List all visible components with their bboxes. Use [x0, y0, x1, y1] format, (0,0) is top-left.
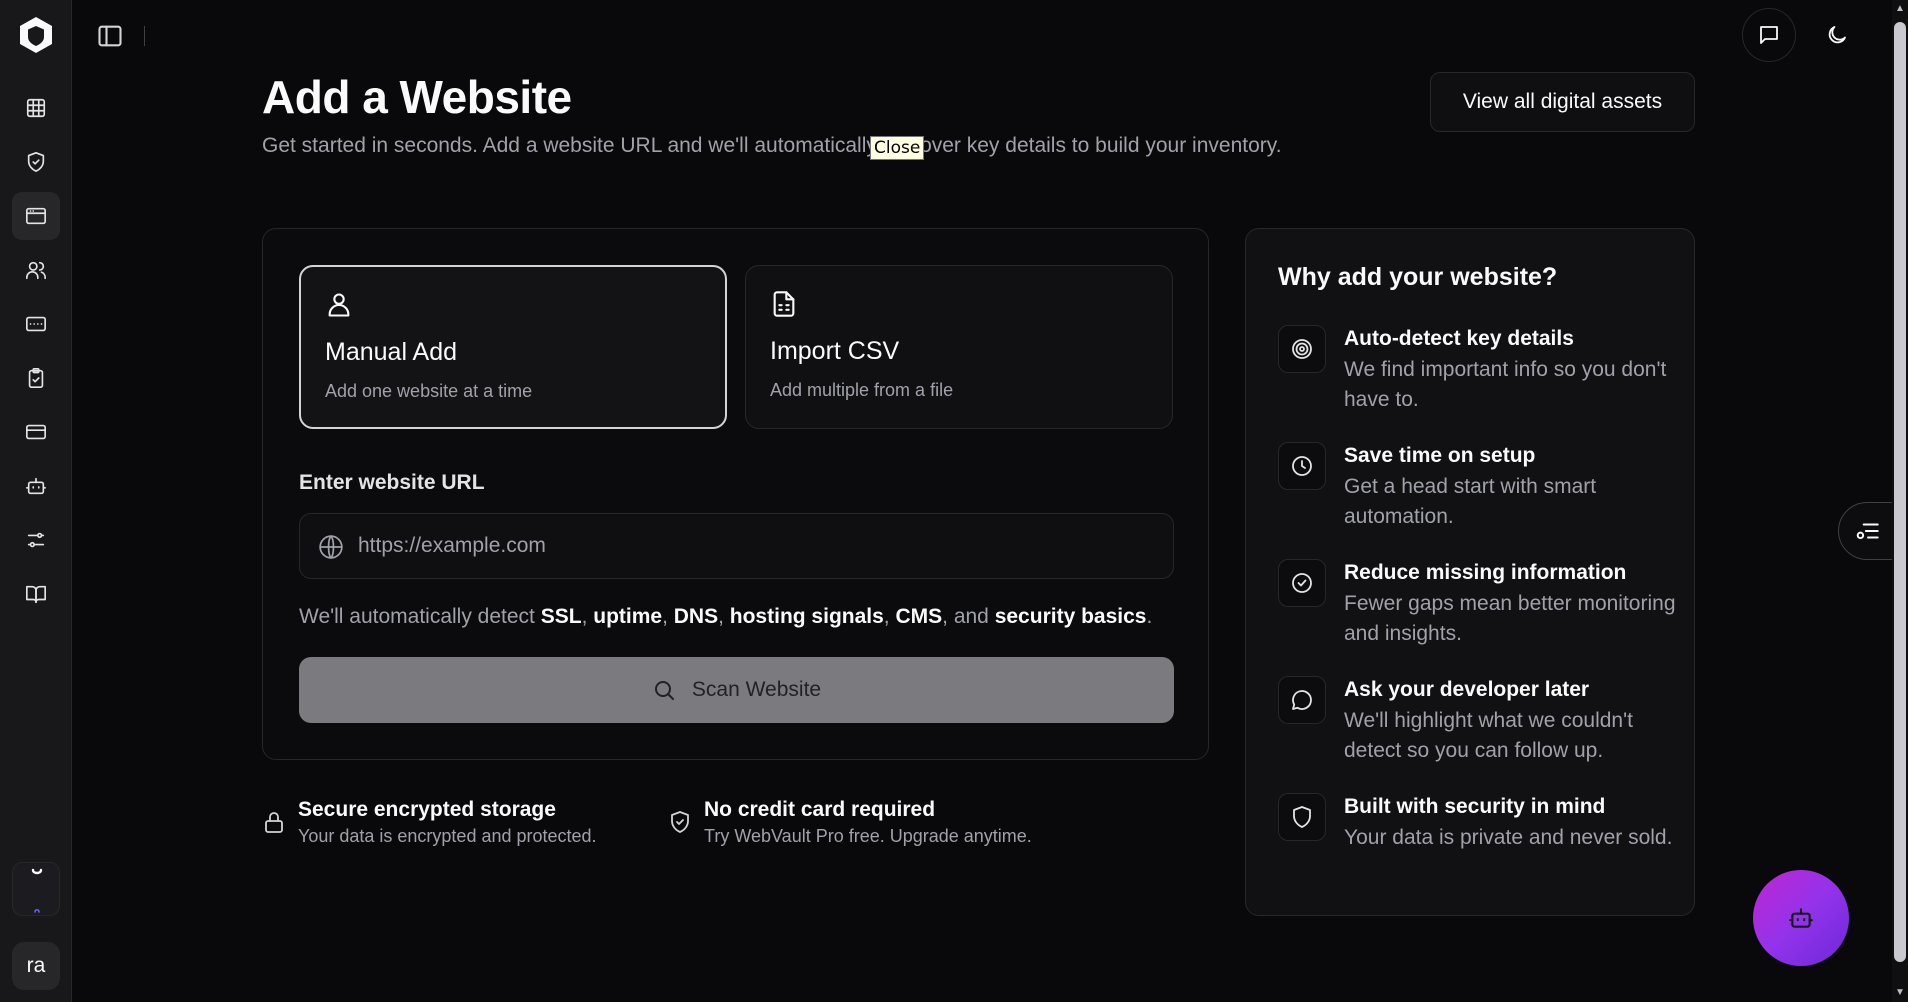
detect-item: DNS — [673, 605, 719, 628]
scroll-up-icon[interactable]: ▲ — [1895, 4, 1905, 14]
sidebar: ra — [0, 0, 72, 1002]
view-all-assets-button[interactable]: View all digital assets — [1430, 72, 1695, 132]
add-website-card: Manual Add Add one website at a time Imp… — [262, 228, 1209, 760]
sidebar-toggle-icon[interactable] — [96, 22, 124, 50]
benefit-title: Reduce missing information — [1344, 561, 1627, 584]
app-logo-icon[interactable] — [18, 16, 54, 54]
benefit-title: Save time on setup — [1344, 444, 1536, 467]
sidebar-item-billing[interactable] — [12, 408, 60, 456]
scrollbar-thumb[interactable] — [1894, 22, 1906, 962]
scroll-down-icon[interactable]: ▼ — [1895, 988, 1905, 998]
scan-button-label: Scan Website — [691, 678, 822, 701]
option-title: Manual Add — [325, 338, 458, 366]
side-panel-toggle[interactable] — [1838, 502, 1898, 560]
user-icon — [328, 293, 350, 317]
browser-window-icon — [26, 207, 46, 225]
benefit-description: Fewer gaps mean better monitoring and in… — [1344, 592, 1676, 645]
manual-add-option[interactable]: Manual Add Add one website at a time — [299, 265, 727, 429]
credit-card-icon — [26, 424, 46, 440]
trust-description: Your data is encrypted and protected. — [298, 826, 597, 846]
book-open-icon — [26, 585, 46, 604]
sliders-icon — [27, 532, 45, 548]
detect-item: CMS — [895, 605, 943, 628]
shield-icon — [1293, 806, 1311, 828]
clipboard-check-icon — [28, 368, 44, 388]
sidebar-item-dashboard[interactable] — [12, 84, 60, 132]
feedback-button[interactable] — [1742, 8, 1796, 62]
benefit-item: Built with security in mind Your data is… — [1278, 793, 1678, 853]
detect-item: uptime — [593, 605, 663, 628]
sidebar-item-compliance[interactable] — [12, 354, 60, 402]
file-spreadsheet-icon — [773, 291, 795, 317]
why-add-card: Why add your website? Auto-detect key de… — [1245, 228, 1695, 916]
sidebar-item-settings[interactable] — [12, 516, 60, 564]
users-icon — [26, 261, 46, 280]
search-icon — [654, 681, 674, 700]
scan-website-button[interactable]: Scan Website — [299, 657, 1174, 723]
sidebar-item-security[interactable] — [12, 138, 60, 186]
sidebar-status-card[interactable] — [12, 862, 60, 916]
detect-conjunction: and — [953, 605, 989, 628]
trust-item-no-card: No credit card required Try WebVault Pro… — [668, 798, 1032, 847]
benefit-description: Get a head start with smart automation. — [1344, 475, 1597, 528]
url-field-wrapper — [299, 513, 1174, 579]
website-url-input[interactable] — [358, 514, 1158, 578]
grid-icon — [26, 98, 46, 118]
user-avatar[interactable]: ra — [12, 942, 60, 990]
trust-title: No credit card required — [704, 798, 936, 821]
id-card-icon — [26, 316, 46, 332]
ai-assistant-button[interactable] — [1753, 870, 1849, 966]
bot-icon — [26, 477, 46, 495]
detect-item: security basics — [994, 605, 1147, 628]
benefit-item: Ask your developer later We'll highlight… — [1278, 676, 1678, 766]
close-tooltip: Close — [870, 136, 925, 160]
benefit-title: Built with security in mind — [1344, 795, 1606, 818]
sidebar-item-docs[interactable] — [12, 570, 60, 618]
option-title: Import CSV — [770, 337, 900, 365]
app-root: ra Add a Website Get started in seconds.… — [0, 0, 1908, 1002]
trust-item-encryption: Secure encrypted storage Your data is en… — [262, 798, 597, 847]
option-description: Add one website at a time — [325, 381, 533, 401]
benefit-item: Save time on setup Get a head start with… — [1278, 442, 1678, 532]
clock-icon — [1292, 456, 1312, 476]
page-title: Add a Website — [262, 71, 572, 123]
sidebar-item-team[interactable] — [12, 246, 60, 294]
shield-check-icon — [671, 811, 689, 833]
benefit-title: Ask your developer later — [1344, 678, 1590, 701]
theme-toggle-button[interactable] — [1810, 8, 1864, 62]
detect-item: SSL — [540, 605, 582, 628]
sidebar-item-credentials[interactable] — [12, 300, 60, 348]
benefit-item: Auto-detect key details We find importan… — [1278, 325, 1678, 415]
option-description: Add multiple from a file — [770, 380, 954, 400]
check-circle-icon — [1292, 573, 1312, 593]
detect-prefix: We'll automatically detect — [299, 605, 541, 628]
status-indicator-icon — [31, 868, 43, 913]
import-csv-option[interactable]: Import CSV Add multiple from a file — [745, 265, 1173, 429]
sidebar-item-assistant[interactable] — [12, 462, 60, 510]
benefit-description: We find important info so you don't have… — [1344, 358, 1667, 411]
benefit-description: Your data is private and never sold. — [1344, 826, 1673, 849]
benefit-description: We'll highlight what we couldn't detect … — [1344, 709, 1633, 762]
url-field-label: Enter website URL — [299, 471, 485, 494]
list-settings-icon — [1856, 523, 1879, 540]
target-icon — [1292, 339, 1312, 359]
benefit-item: Reduce missing information Fewer gaps me… — [1278, 559, 1678, 649]
detect-item: hosting signals — [729, 605, 884, 628]
trust-description: Try WebVault Pro free. Upgrade anytime. — [704, 826, 1032, 846]
detect-description: We'll automatically detect SSL, uptime, … — [299, 605, 1153, 628]
message-circle-icon — [1292, 690, 1312, 710]
globe-icon — [319, 535, 343, 559]
message-square-icon — [1760, 26, 1778, 44]
bot-icon — [1789, 908, 1813, 928]
topbar-divider — [144, 26, 145, 46]
page-subtitle: Get started in seconds. Add a website UR… — [262, 134, 1282, 157]
lock-icon — [265, 812, 283, 833]
page-scrollbar[interactable]: ▲ ▼ — [1892, 0, 1908, 1002]
why-title: Why add your website? — [1278, 263, 1558, 291]
trust-title: Secure encrypted storage — [298, 798, 556, 821]
sidebar-item-websites[interactable] — [12, 192, 60, 240]
benefit-title: Auto-detect key details — [1344, 327, 1574, 350]
moon-icon — [1828, 26, 1846, 44]
shield-check-icon — [27, 152, 45, 172]
